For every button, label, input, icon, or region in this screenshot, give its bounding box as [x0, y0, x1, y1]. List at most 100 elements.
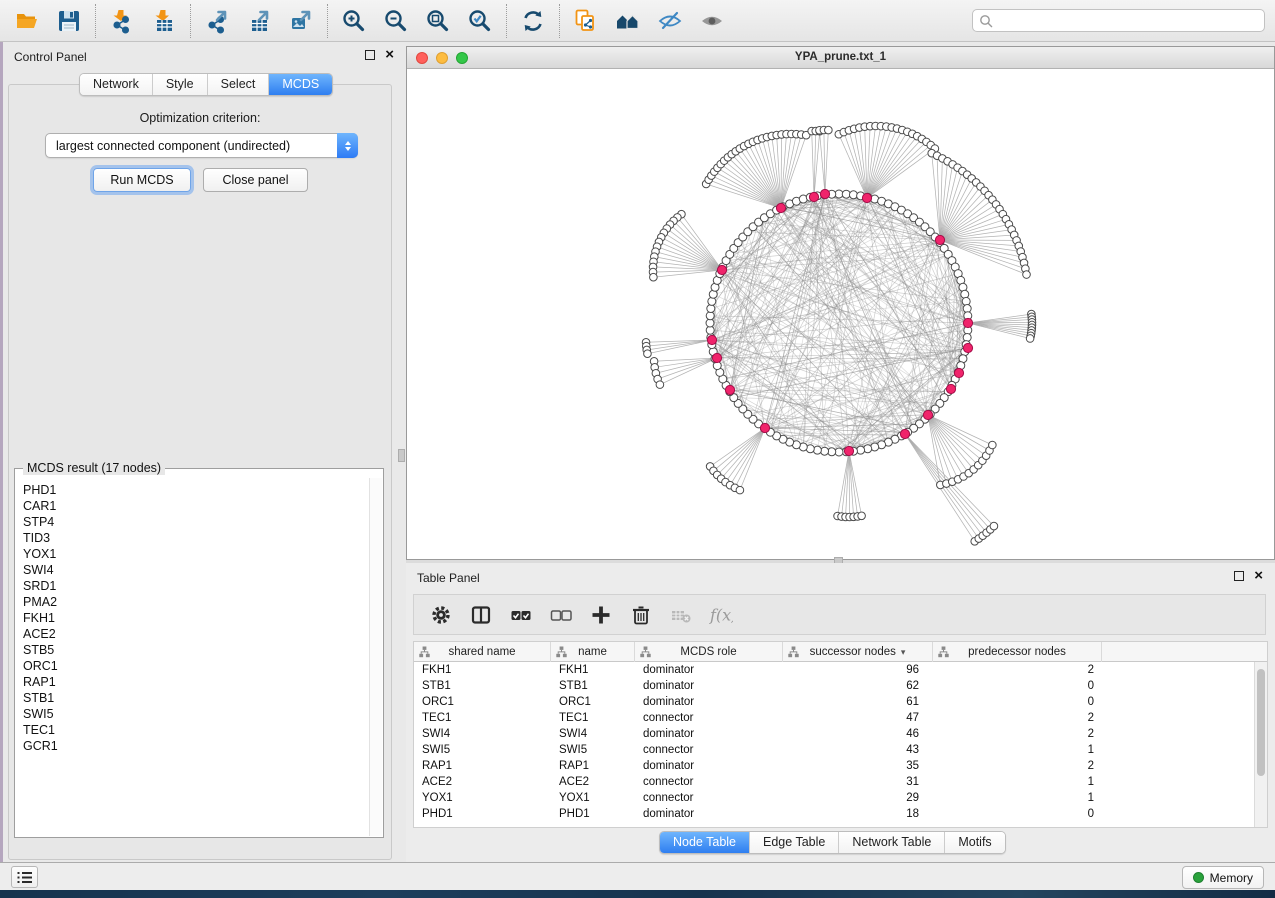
network-hub-node[interactable]: [923, 410, 932, 419]
show-all-button[interactable]: [691, 3, 733, 39]
mcds-result-item[interactable]: RAP1: [23, 674, 369, 690]
memory-button[interactable]: Memory: [1182, 866, 1264, 889]
mcds-result-scrollbar[interactable]: [369, 478, 382, 836]
network-hub-node[interactable]: [954, 368, 963, 377]
network-hub-node[interactable]: [963, 343, 972, 352]
network-leaf-node[interactable]: [656, 381, 664, 389]
network-node[interactable]: [708, 297, 716, 305]
column-layout-button[interactable]: [464, 598, 498, 632]
network-leaf-node[interactable]: [1023, 271, 1031, 279]
tab-node-table[interactable]: Node Table: [660, 832, 750, 853]
table-scrollbar-thumb[interactable]: [1257, 669, 1265, 776]
mcds-result-item[interactable]: ACE2: [23, 626, 369, 642]
save-session-button[interactable]: [48, 3, 90, 39]
network-node[interactable]: [961, 290, 969, 298]
select-all-button[interactable]: [504, 598, 538, 632]
table-row[interactable]: TEC1TEC1connector472: [414, 710, 1267, 726]
vertical-splitter-grip[interactable]: [398, 449, 405, 462]
delete-table-button[interactable]: [664, 598, 698, 632]
tab-motifs[interactable]: Motifs: [945, 832, 1004, 853]
mcds-result-item[interactable]: CAR1: [23, 498, 369, 514]
column-header-shared-name[interactable]: shared name: [414, 642, 551, 662]
network-node[interactable]: [813, 446, 821, 454]
table-row[interactable]: PHD1PHD1dominator180: [414, 806, 1267, 822]
network-hub-node[interactable]: [725, 385, 734, 394]
close-table-panel-icon[interactable]: ×: [1254, 571, 1263, 581]
deselect-all-button[interactable]: [544, 598, 578, 632]
network-hub-node[interactable]: [935, 235, 944, 244]
search-input[interactable]: [993, 13, 1258, 29]
copy-network-button[interactable]: [565, 3, 607, 39]
float-table-panel-icon[interactable]: [1234, 571, 1244, 581]
import-network-button[interactable]: [101, 3, 143, 39]
network-leaf-node[interactable]: [736, 486, 744, 494]
network-node[interactable]: [864, 445, 872, 453]
table-options-gear-button[interactable]: [424, 598, 458, 632]
column-header-name[interactable]: name: [551, 642, 635, 662]
open-file-button[interactable]: [6, 3, 48, 39]
run-mcds-button[interactable]: Run MCDS: [93, 168, 191, 192]
mcds-result-item[interactable]: PMA2: [23, 594, 369, 610]
table-row[interactable]: YOX1YOX1connector291: [414, 790, 1267, 806]
export-image-button[interactable]: [280, 3, 322, 39]
table-row[interactable]: SWI4SWI4dominator462: [414, 726, 1267, 742]
network-hub-node[interactable]: [900, 429, 909, 438]
search-box[interactable]: [972, 9, 1265, 32]
network-leaf-node[interactable]: [650, 273, 658, 281]
mcds-result-item[interactable]: PHD1: [23, 482, 369, 498]
network-hub-node[interactable]: [809, 192, 818, 201]
mcds-result-item[interactable]: STP4: [23, 514, 369, 530]
network-hub-node[interactable]: [760, 423, 769, 432]
function-builder-button[interactable]: f(x): [704, 598, 738, 632]
mcds-result-item[interactable]: TID3: [23, 530, 369, 546]
column-header-mcds-role[interactable]: MCDS role: [635, 642, 783, 662]
network-canvas[interactable]: [407, 69, 1274, 559]
mcds-result-item[interactable]: SWI5: [23, 706, 369, 722]
export-network-button[interactable]: [196, 3, 238, 39]
refresh-layout-button[interactable]: [512, 3, 554, 39]
mcds-result-item[interactable]: TEC1: [23, 722, 369, 738]
delete-row-button[interactable]: [624, 598, 658, 632]
tab-style[interactable]: Style: [153, 74, 208, 95]
network-leaf-node[interactable]: [990, 522, 998, 530]
mcds-result-item[interactable]: YOX1: [23, 546, 369, 562]
table-row[interactable]: RAP1RAP1dominator352: [414, 758, 1267, 774]
zoom-out-button[interactable]: [375, 3, 417, 39]
network-hub-node[interactable]: [776, 203, 785, 212]
table-row[interactable]: SWI5SWI5connector431: [414, 742, 1267, 758]
mcds-result-list[interactable]: PHD1CAR1STP4TID3YOX1SWI4SRD1PMA2FKH1ACE2…: [16, 478, 369, 836]
network-leaf-node[interactable]: [1026, 335, 1034, 343]
table-scrollbar[interactable]: [1254, 662, 1267, 827]
mcds-result-item[interactable]: STB1: [23, 690, 369, 706]
mcds-result-item[interactable]: ORC1: [23, 658, 369, 674]
tab-edge-table[interactable]: Edge Table: [750, 832, 839, 853]
tab-mcds[interactable]: MCDS: [269, 74, 332, 95]
network-hub-node[interactable]: [963, 318, 972, 327]
close-panel-button[interactable]: Close panel: [203, 168, 308, 192]
hide-selected-button[interactable]: [649, 3, 691, 39]
network-leaf-node[interactable]: [644, 350, 652, 358]
optimization-criterion-dropdown[interactable]: largest connected component (undirected): [45, 133, 358, 158]
float-panel-icon[interactable]: [365, 50, 375, 60]
table-row[interactable]: ACE2ACE2connector311: [414, 774, 1267, 790]
network-leaf-node[interactable]: [858, 512, 866, 520]
close-panel-icon[interactable]: ×: [385, 50, 394, 60]
network-hub-node[interactable]: [717, 265, 726, 274]
column-header-predecessor-nodes[interactable]: predecessor nodes: [933, 642, 1102, 662]
network-hub-node[interactable]: [946, 384, 955, 393]
network-hub-node[interactable]: [820, 189, 829, 198]
mcds-result-item[interactable]: SRD1: [23, 578, 369, 594]
network-hub-node[interactable]: [707, 335, 716, 344]
table-row[interactable]: FKH1FKH1dominator962: [414, 662, 1267, 678]
network-leaf-node[interactable]: [825, 126, 833, 134]
network-leaf-node[interactable]: [989, 441, 997, 449]
mcds-result-item[interactable]: STB5: [23, 642, 369, 658]
network-hub-node[interactable]: [712, 353, 721, 362]
tab-select[interactable]: Select: [208, 74, 270, 95]
network-window-titlebar[interactable]: YPA_prune.txt_1: [407, 47, 1274, 69]
column-header-successor-nodes[interactable]: successor nodes▾: [783, 642, 933, 662]
mcds-result-item[interactable]: GCR1: [23, 738, 369, 754]
table-row[interactable]: ORC1ORC1dominator610: [414, 694, 1267, 710]
zoom-in-button[interactable]: [333, 3, 375, 39]
add-row-button[interactable]: [584, 598, 618, 632]
